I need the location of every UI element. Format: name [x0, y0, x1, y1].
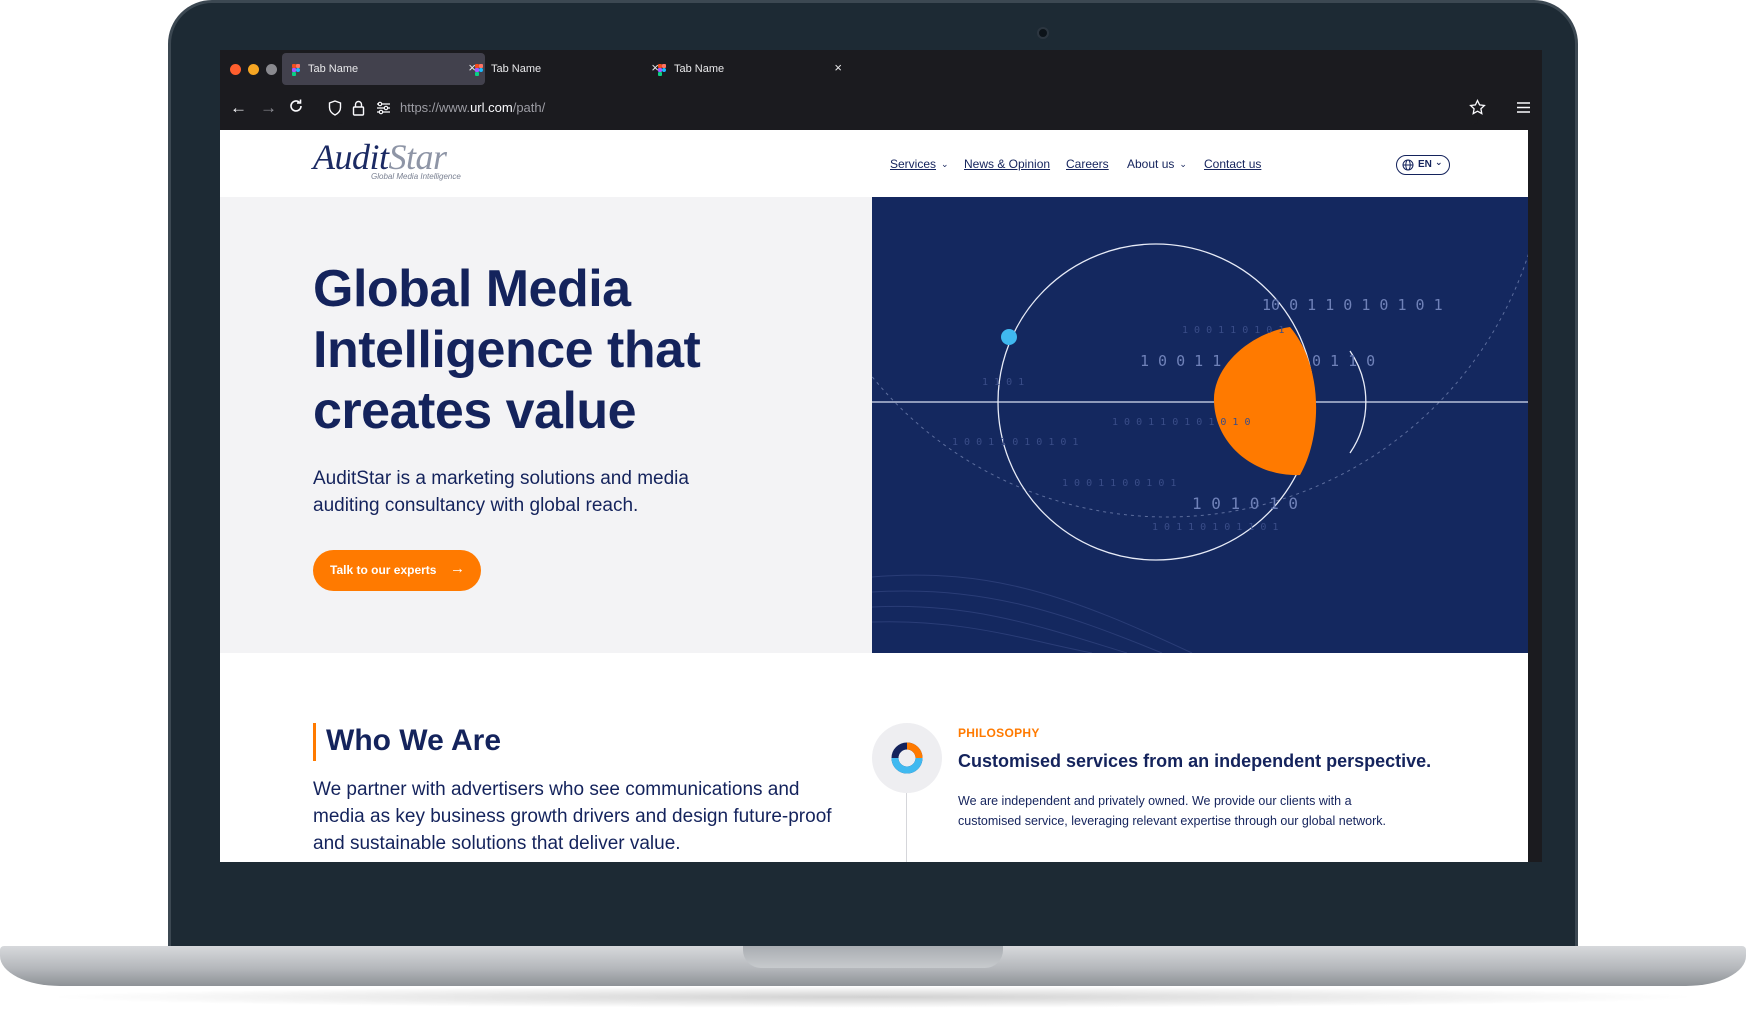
- url-prefix: https://www.: [400, 100, 471, 115]
- forward-arrow-icon[interactable]: →: [260, 98, 277, 118]
- hamburger-menu-icon[interactable]: [1516, 99, 1531, 119]
- svg-text:1 0 0 1 1 0 1 0 1: 1 0 0 1 1 0 1 0 1: [1182, 325, 1284, 336]
- tab-3[interactable]: Tab Name ×: [648, 53, 851, 85]
- nav-contact-us[interactable]: Contact us: [1204, 157, 1261, 171]
- figma-icon: [475, 64, 484, 76]
- bookmark-star-icon[interactable]: [1469, 98, 1486, 121]
- chevron-down-icon: ⌄: [941, 159, 949, 169]
- tab-bar: Tab Name × Tab Name × Tab Name ×: [220, 50, 1542, 88]
- chevron-down-icon: ⌄: [1435, 157, 1443, 167]
- hero-title: Global Media Intelligence that creates v…: [313, 260, 701, 440]
- minimize-window-dot[interactable]: [248, 64, 259, 75]
- globe-icon: [1402, 159, 1414, 174]
- laptop-shadow: [40, 986, 1706, 1008]
- tab-label: Tab Name: [674, 63, 725, 75]
- tab-label: Tab Name: [308, 63, 359, 75]
- logo-part-audit: Audit: [313, 137, 389, 177]
- philosophy-title: Customised services from an independent …: [958, 751, 1432, 771]
- close-window-dot[interactable]: [230, 64, 241, 75]
- maximize-window-dot[interactable]: [266, 64, 277, 75]
- nav-news-opinion[interactable]: News & Opinion: [964, 157, 1050, 171]
- auditstar-logo[interactable]: AuditStar Global Media Intelligence: [313, 138, 461, 181]
- lock-icon[interactable]: [352, 100, 365, 121]
- reload-icon[interactable]: [288, 98, 304, 119]
- back-arrow-icon[interactable]: ←: [230, 98, 247, 118]
- shield-icon[interactable]: [328, 100, 342, 121]
- tab-1[interactable]: Tab Name ×: [282, 53, 485, 85]
- svg-text:1 0 0 1 1 0 1 0 1 0 1: 1 0 0 1 1 0 1 0 1 0 1 0: [1112, 417, 1250, 428]
- hero-subtitle: AuditStar is a marketing solutions and m…: [313, 468, 689, 516]
- url-path: /path/: [512, 100, 546, 115]
- figma-icon: [292, 64, 301, 76]
- binary-row-1: 10 0 1 1 0 1 0 1 0 1: [1262, 296, 1443, 314]
- philosophy-text: We are independent and privately owned. …: [958, 794, 1387, 828]
- svg-text:1 0 0 1 1 0 0 1 0 1: 1 0 0 1 1 0 0 1 0 1: [1062, 478, 1176, 489]
- language-selector[interactable]: EN ⌄: [1396, 155, 1450, 175]
- binary-row-3: 0 1 1 0: [1312, 352, 1375, 370]
- camera: [1037, 27, 1049, 39]
- chevron-down-icon: ⌄: [1179, 159, 1187, 169]
- philosophy-kicker: PHILOSOPHY: [958, 726, 1040, 740]
- language-code: EN: [1418, 159, 1432, 170]
- url-domain: url.com: [470, 100, 513, 115]
- url-text[interactable]: https://www.url.com/path/: [400, 100, 545, 115]
- nav-services[interactable]: Services ⌄: [890, 157, 949, 171]
- svg-text:1 0 1 1 0 1 0 1 1 0 1: 1 0 1 1 0 1 0 1 1 0 1: [1152, 522, 1278, 533]
- nav-about-label: About us: [1127, 157, 1175, 171]
- website-viewport: AuditStar Global Media Intelligence Serv…: [220, 130, 1528, 862]
- navigation-bar: ← → https://www.url.com/path/: [220, 88, 1542, 130]
- svg-text:1 1 0 1: 1 1 0 1: [982, 377, 1024, 388]
- sliders-icon[interactable]: [376, 101, 391, 120]
- url-bar[interactable]: https://www.url.com/path/: [328, 92, 1486, 124]
- orbit-illustration: 10 0 1 1 0 1 0 1 0 1 1 0 0 1 1 0 1 1 0 1…: [872, 243, 1528, 653]
- figma-icon: [658, 64, 667, 76]
- logo-part-star: Star: [388, 137, 448, 177]
- nav-services-label: Services: [890, 157, 937, 171]
- logo-wordmark: AuditStar: [313, 138, 461, 176]
- svg-text:1 0 0 1 1 0 1 0 1 0 1: 1 0 0 1 1 0 1 0 1 0 1: [952, 437, 1078, 448]
- hero-text-panel: Global Media Intelligence that creates v…: [220, 197, 872, 653]
- who-we-are-accent-bar: [313, 723, 316, 761]
- cta-label: Talk to our experts: [330, 563, 437, 577]
- binary-row-4: 1 0 1 0 1 0: [1192, 494, 1298, 513]
- tab-2[interactable]: Tab Name ×: [465, 53, 668, 85]
- close-icon[interactable]: ×: [834, 60, 842, 75]
- hero-illustration: 10 0 1 1 0 1 0 1 0 1 1 0 0 1 1 0 1 1 0 1…: [872, 197, 1528, 653]
- nav-about-us[interactable]: About us ⌄: [1127, 157, 1187, 171]
- nav-careers[interactable]: Careers: [1066, 157, 1109, 171]
- who-we-are-text: We partner with advertisers who see comm…: [313, 779, 832, 854]
- philosophy-donut-icon: [872, 723, 942, 793]
- timeline-line: [906, 793, 907, 862]
- who-we-are-title: Who We Are: [326, 724, 502, 757]
- laptop-notch: [743, 946, 1003, 968]
- logo-tagline: Global Media Intelligence: [371, 172, 461, 181]
- tab-label: Tab Name: [491, 63, 542, 75]
- talk-to-experts-button[interactable]: Talk to our experts →: [313, 550, 481, 591]
- binary-row-2: 1 0 0 1 1: [1140, 352, 1221, 370]
- arrow-right-icon: →: [450, 560, 465, 577]
- site-header: AuditStar Global Media Intelligence Serv…: [220, 130, 1528, 197]
